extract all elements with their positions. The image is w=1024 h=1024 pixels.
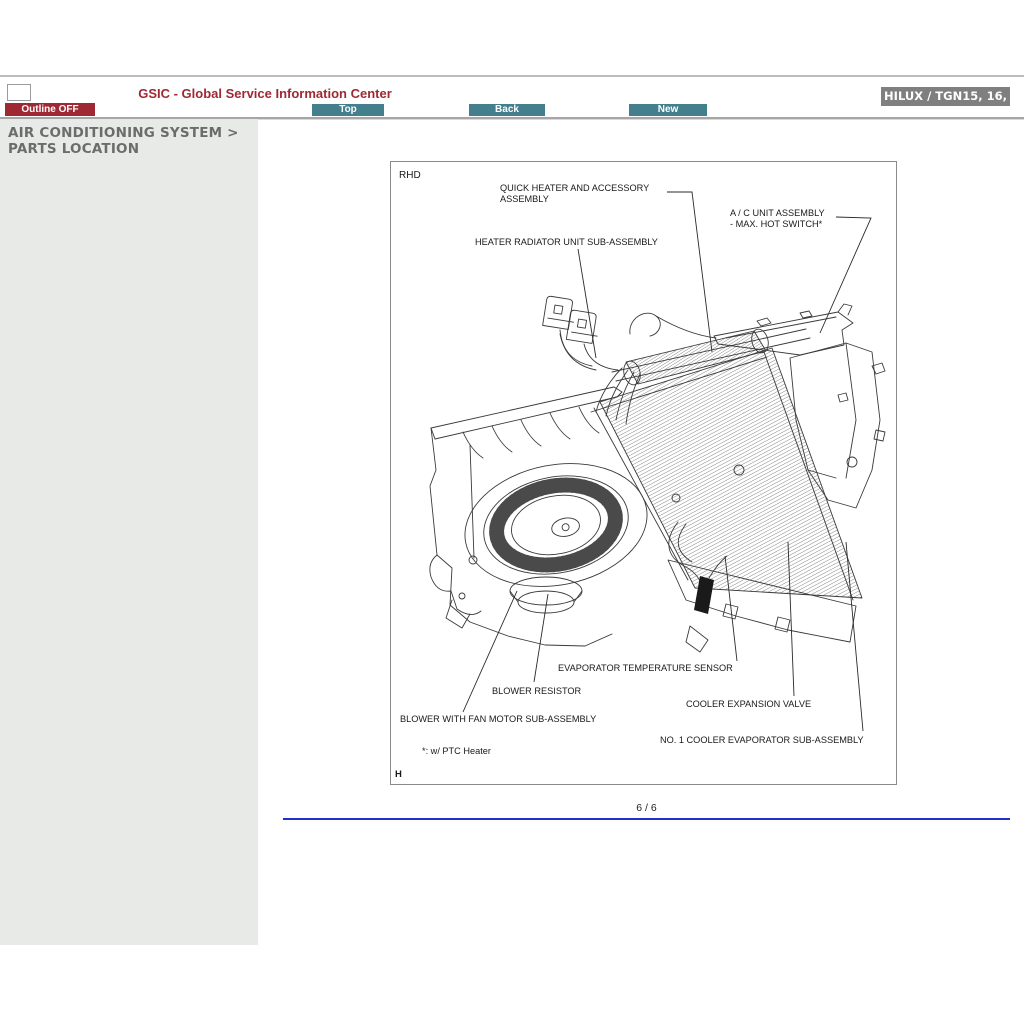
top-divider (0, 75, 1024, 77)
parts-location-diagram: RHD QUICK HEATER AND ACCESSORY ASSEMBLY … (390, 161, 897, 786)
label-no1-cooler-evaporator: NO. 1 COOLER EVAPORATOR SUB-ASSEMBLY (660, 735, 864, 745)
label-quick-heater-1: QUICK HEATER AND ACCESSORY (500, 183, 649, 193)
label-blower-fan-motor: BLOWER WITH FAN MOTOR SUB-ASSEMBLY (400, 714, 596, 724)
label-ac-unit-2: - MAX. HOT SWITCH* (730, 219, 823, 229)
label-cooler-expansion-valve: COOLER EXPANSION VALVE (686, 699, 811, 709)
vehicle-model-badge: HILUX / TGN15, 16, (881, 87, 1010, 106)
top-button[interactable]: Top (312, 104, 384, 116)
page-indicator: 6 / 6 (283, 802, 1010, 814)
new-button[interactable]: New (629, 104, 707, 116)
app-title: GSIC - Global Service Information Center (0, 86, 530, 101)
pager-divider-line (283, 818, 1010, 820)
gsic-window: GSIC - Global Service Information Center… (0, 0, 1024, 1024)
page-mark-label: H (395, 769, 402, 780)
label-quick-heater-2: ASSEMBLY (500, 194, 549, 204)
label-ac-unit-1: A / C UNIT ASSEMBLY (730, 208, 825, 218)
outline-off-button[interactable]: Outline OFF (5, 103, 95, 116)
layout-code-label: RHD (399, 170, 421, 181)
diagram-footnote: *: w/ PTC Heater (422, 746, 491, 756)
label-blower-resistor: BLOWER RESISTOR (492, 686, 582, 696)
label-evaporator-sensor: EVAPORATOR TEMPERATURE SENSOR (558, 663, 733, 673)
breadcrumb-line2: PARTS LOCATION (8, 141, 239, 157)
label-heater-radiator: HEATER RADIATOR UNIT SUB-ASSEMBLY (475, 237, 658, 247)
breadcrumb-line1: AIR CONDITIONING SYSTEM > (8, 125, 239, 141)
back-button[interactable]: Back (469, 104, 545, 116)
sidebar: AIR CONDITIONING SYSTEM > PARTS LOCATION (0, 119, 258, 945)
breadcrumb: AIR CONDITIONING SYSTEM > PARTS LOCATION (8, 125, 239, 157)
